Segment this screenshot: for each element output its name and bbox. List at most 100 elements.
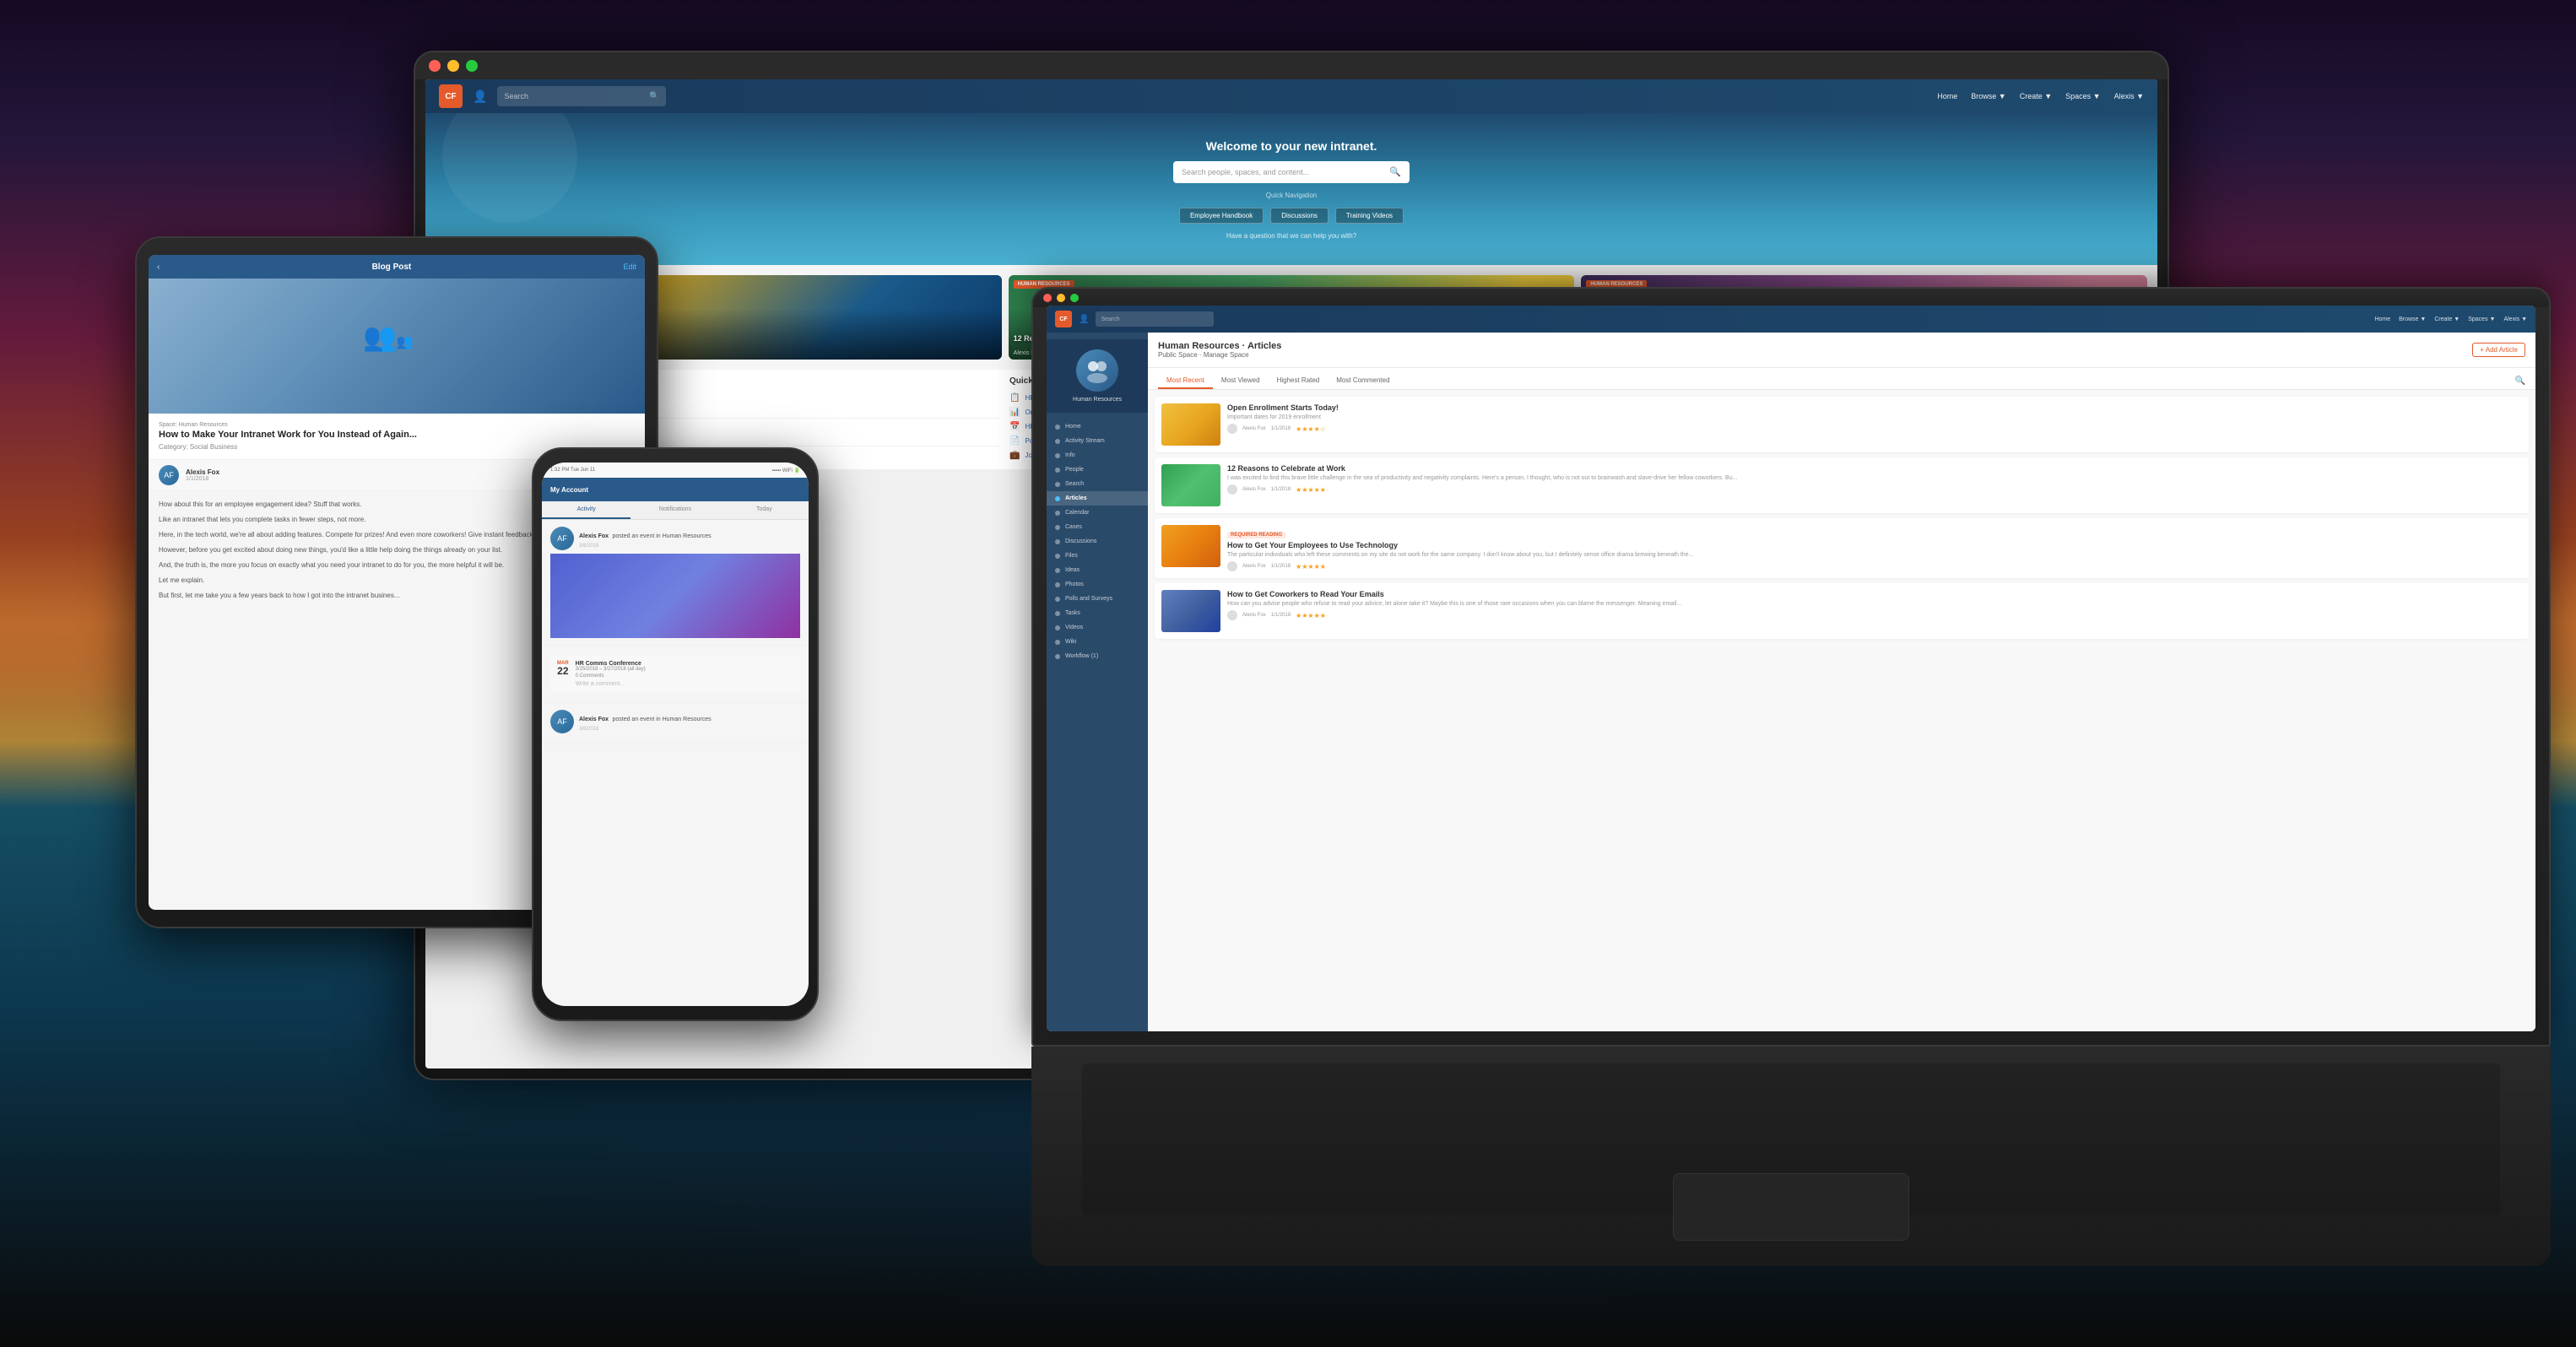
laptop-minimize-btn[interactable]: [1057, 294, 1065, 302]
lr-article-1-img: [1161, 403, 1220, 446]
iph-tab-notifications[interactable]: Notifications: [630, 501, 719, 519]
lr-article-1-body: Open Enrollment Starts Today! Important …: [1227, 403, 2522, 446]
hr-calendar-icon: 📅: [1009, 422, 1020, 431]
org-chart-icon: 📊: [1009, 408, 1020, 417]
lr-sidebar-search[interactable]: Search: [1047, 477, 1148, 491]
laptop-maximize-btn[interactable]: [1070, 294, 1079, 302]
lr-sidebar-articles[interactable]: Articles: [1047, 491, 1148, 506]
author-name: Alexis Fox: [186, 468, 219, 476]
lr-space-name: Human Resources: [1073, 397, 1122, 403]
iphone-time: 1:32 PM Tue Jun 11: [550, 468, 595, 473]
laptop-bezel: [1033, 289, 2549, 307]
lr-articles-list: Open Enrollment Starts Today! Important …: [1148, 390, 2535, 651]
lr-add-article-btn[interactable]: + Add Article: [2472, 343, 2525, 357]
lr-article-1[interactable]: Open Enrollment Starts Today! Important …: [1155, 397, 2529, 452]
lr-article-3-badge: REQUIRED READING: [1227, 532, 1285, 538]
iph-tab-activity[interactable]: Activity: [542, 501, 630, 519]
lr-article-3[interactable]: REQUIRED READING How to Get Your Employe…: [1155, 518, 2529, 578]
cf-search-bar[interactable]: Search 🔍: [497, 86, 666, 106]
minimize-button[interactable]: [447, 60, 459, 72]
write-comment-prompt[interactable]: Write a comment...: [576, 681, 646, 687]
training-videos-btn[interactable]: Training Videos: [1335, 208, 1404, 224]
lr-search-bar[interactable]: Search: [1096, 311, 1214, 327]
lr-sidebar-home[interactable]: Home: [1047, 419, 1148, 434]
lr-nav-home[interactable]: Home: [2374, 316, 2390, 322]
lr-article-4-img: [1161, 590, 1220, 632]
lr-sidebar-photos[interactable]: Photos: [1047, 577, 1148, 592]
ipad-edit-btn[interactable]: Edit: [623, 262, 636, 271]
nav-user[interactable]: Alexis ▼: [2114, 92, 2144, 100]
lr-sidebar-ideas[interactable]: Ideas: [1047, 563, 1148, 577]
lr-tab-commented[interactable]: Most Commented: [1328, 373, 1398, 389]
maximize-button[interactable]: [466, 60, 478, 72]
lr-tab-viewed[interactable]: Most Viewed: [1213, 373, 1269, 389]
lr-sidebar-workflow[interactable]: Workflow (1): [1047, 649, 1148, 663]
iph-event[interactable]: MAR 22 HR Comms Conference 3/25/2018 – 3…: [550, 656, 800, 692]
nav-home[interactable]: Home: [1937, 92, 1957, 100]
lr-article-3-meta: Alexis Fox 1/1/2018 ★★★★★: [1227, 561, 2522, 571]
laptop-trackpad[interactable]: [1673, 1173, 1909, 1241]
iph-avatar-2: AF: [550, 710, 574, 733]
iph-tab-today[interactable]: Today: [720, 501, 809, 519]
lr-article-2-body: 12 Reasons to Celebrate at Work I was ex…: [1227, 464, 2522, 506]
hero-search-icon: 🔍: [1389, 166, 1401, 177]
lr-article-2[interactable]: 12 Reasons to Celebrate at Work I was ex…: [1155, 457, 2529, 513]
lr-sidebar-activity[interactable]: Activity Stream: [1047, 434, 1148, 448]
lr-search-icon-area[interactable]: 🔍: [2515, 373, 2525, 389]
nav-spaces[interactable]: Spaces ▼: [2065, 92, 2100, 100]
lr-sidebar-discussions[interactable]: Discussions: [1047, 534, 1148, 549]
lr-sidebar-wiki[interactable]: Wiki: [1047, 635, 1148, 649]
iph-event-day: 22: [557, 666, 569, 676]
lr-search-placeholder: Search: [1101, 316, 1119, 322]
lr-article-4-excerpt: How can you advise people who refuse to …: [1227, 600, 2522, 608]
author-info: Alexis Fox 1/1/2018: [186, 468, 219, 482]
lr-meta-date-4: 1/1/2018: [1271, 613, 1291, 618]
lr-meta-author-3: Alexis Fox: [1242, 564, 1266, 569]
nav-browse[interactable]: Browse ▼: [1971, 92, 2005, 100]
lr-sidebar-polls[interactable]: Polls and Surveys: [1047, 592, 1148, 606]
lr-header-text: Human Resources · Articles Public Space …: [1158, 341, 1281, 359]
lr-nav-browse[interactable]: Browse ▼: [2399, 316, 2426, 322]
user-icon: 👤: [473, 89, 487, 104]
author-date: 1/1/2018: [186, 476, 219, 482]
lr-sidebar-videos[interactable]: Videos: [1047, 620, 1148, 635]
lr-article-4[interactable]: How to Get Coworkers to Read Your Emails…: [1155, 583, 2529, 639]
employee-handbook-btn[interactable]: Employee Handbook: [1179, 208, 1264, 224]
laptop-close-btn[interactable]: [1043, 294, 1052, 302]
lr-stars-4: ★★★★★: [1296, 612, 1326, 619]
nav-create[interactable]: Create ▼: [2020, 92, 2052, 100]
lr-tab-rated[interactable]: Highest Rated: [1269, 373, 1329, 389]
lr-meta-date-1: 1/1/2018: [1271, 426, 1291, 431]
discussions-btn[interactable]: Discussions: [1270, 208, 1329, 224]
lr-sidebar-info[interactable]: Info: [1047, 448, 1148, 463]
lr-nav-create[interactable]: Create ▼: [2434, 316, 2460, 322]
lr-article-1-excerpt: Important dates for 2019 enrollment: [1227, 414, 2522, 421]
lr-tab-recent[interactable]: Most Recent: [1158, 373, 1213, 389]
lr-nav-spaces[interactable]: Spaces ▼: [2468, 316, 2495, 322]
lr-nav-links: Home Browse ▼ Create ▼ Spaces ▼ Alexis ▼: [2374, 316, 2527, 322]
lr-sidebar-calendar[interactable]: Calendar: [1047, 506, 1148, 520]
blog-img-bg: 👥: [149, 279, 645, 414]
hero-search[interactable]: Search people, spaces, and content... 🔍: [1173, 161, 1410, 183]
lr-meta-author-2: Alexis Fox: [1242, 487, 1266, 492]
lr-article-1-meta: Alexis Fox 1/1/2018 ★★★★☆: [1227, 424, 2522, 434]
lr-content-sub: Public Space · Manage Space: [1158, 351, 1281, 359]
lr-article-4-body: How to Get Coworkers to Read Your Emails…: [1227, 590, 2522, 632]
iph-event-details: HR Comms Conference 3/25/2018 – 3/27/201…: [576, 661, 646, 687]
quick-nav-buttons: Employee Handbook Discussions Training V…: [1179, 208, 1404, 224]
lr-article-4-title: How to Get Coworkers to Read Your Emails: [1227, 590, 2522, 598]
lr-nav-user[interactable]: Alexis ▼: [2503, 316, 2527, 322]
quick-nav-label: Quick Navigation: [1266, 192, 1317, 199]
iph-person-1: Alexis Fox: [579, 533, 609, 539]
lr-sidebar-files[interactable]: Files: [1047, 549, 1148, 563]
lr-sidebar-cases[interactable]: Cases: [1047, 520, 1148, 534]
lr-sidebar-people[interactable]: People: [1047, 463, 1148, 477]
lr-sidebar: Human Resources Home Activity Stream Inf…: [1047, 333, 1148, 1031]
ipad-post-title: How to Make Your Intranet Work for You I…: [159, 430, 635, 440]
iph-event-date: MAR 22: [557, 661, 569, 676]
lr-meta-avatar-4: [1227, 610, 1237, 620]
lr-meta-avatar-3: [1227, 561, 1237, 571]
close-button[interactable]: [429, 60, 441, 72]
lr-sidebar-tasks[interactable]: Tasks: [1047, 606, 1148, 620]
lr-article-3-body: REQUIRED READING How to Get Your Employe…: [1227, 525, 2522, 571]
